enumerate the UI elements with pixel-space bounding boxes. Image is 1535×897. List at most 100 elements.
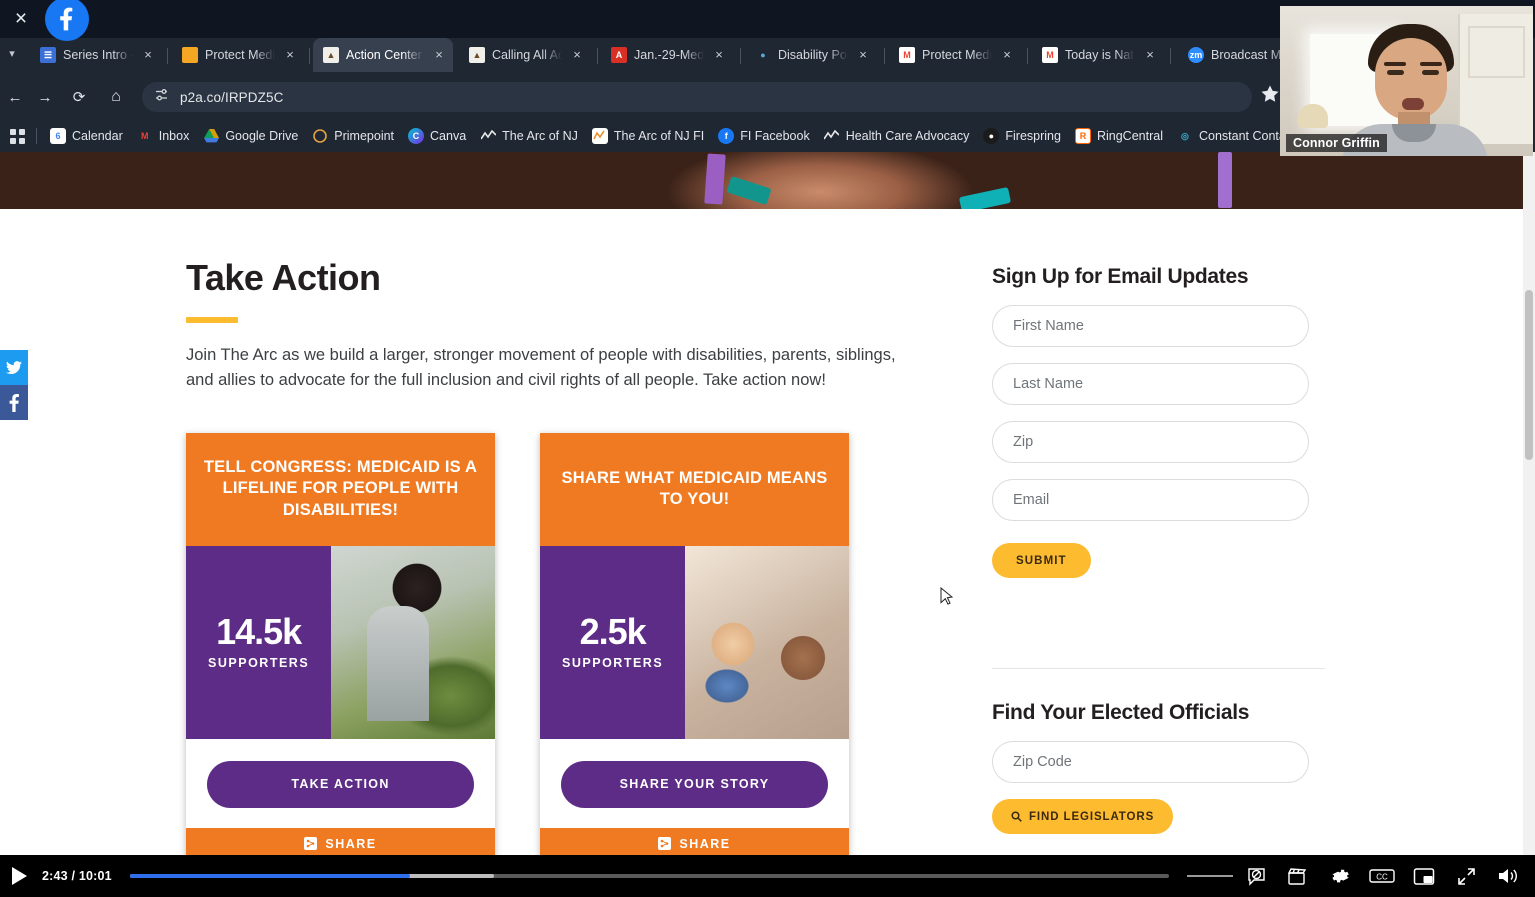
find-legislators-label: FIND LEGISLATORS [1029,810,1155,823]
facebook-share-button[interactable] [0,385,28,420]
primepoint-icon [312,128,328,144]
find-legislators-button[interactable]: FIND LEGISLATORS [992,799,1174,834]
tab-series-intro[interactable]: ☰ Series Intro - × [30,38,162,72]
divider [36,128,37,144]
tab-label: Series Intro - [63,48,133,62]
last-name-input[interactable] [992,363,1309,405]
find-officials-title: Find Your Elected Officials [992,701,1250,724]
card-share-button[interactable]: SHARE [540,827,849,855]
decoration [704,153,726,205]
close-icon[interactable]: × [431,47,447,63]
tab-calling-all-advocates[interactable]: ▲ Calling All Ad × [459,38,591,72]
bookmark-the-arc-of-nj-fi[interactable]: The Arc of NJ FI [585,125,711,147]
address-url: p2a.co/IRPDZ5C [180,89,284,105]
apps-grid-icon[interactable] [4,124,30,148]
zip-input[interactable] [992,421,1309,463]
twitter-share-button[interactable] [0,350,28,385]
main-content-column: Take Action Join The Arc as we build a l… [186,209,906,855]
bookmark-the-arc-of-nj[interactable]: The Arc of NJ [473,125,585,147]
email-input[interactable] [992,479,1309,521]
bookmark-health-care-advocacy[interactable]: Health Care Advocacy [817,125,977,147]
submit-button[interactable]: SUBMIT [992,543,1091,578]
card-photo [331,545,495,739]
drive-icon [203,128,219,144]
tab-label: Disability Poli [778,48,848,62]
calendar-icon: 6 [50,128,66,144]
close-icon[interactable]: × [855,47,871,63]
email-signup-block: Sign Up for Email Updates SUBMIT [992,265,1325,578]
tab-protect-medicaid-1[interactable]: Protect Medi × [172,38,304,72]
site-settings-icon[interactable] [154,87,170,108]
progress-bar[interactable] [129,874,1169,878]
web-page: Take Action Join The Arc as we build a l… [0,152,1523,855]
bookmark-label: Primepoint [334,129,395,143]
close-icon[interactable]: × [282,47,298,63]
bookmark-google-drive[interactable]: Google Drive [196,125,305,147]
page-scrollbar-track[interactable] [1523,152,1535,855]
card-share-button[interactable]: SHARE [186,827,495,855]
bookmark-label: Inbox [158,129,190,143]
address-bar[interactable]: p2a.co/IRPDZ5C [142,82,1252,112]
bookmark-primepoint[interactable]: Primepoint [305,125,401,147]
volume-icon[interactable] [1487,855,1529,897]
bookmark-calendar[interactable]: 6 Calendar [43,125,130,147]
bookmark-label: The Arc of NJ [502,129,578,143]
clapperboard-icon[interactable] [1277,855,1319,897]
arc-fi-icon [591,128,608,144]
fullscreen-icon[interactable] [1445,855,1487,897]
forward-icon[interactable]: → [30,82,60,112]
divider [992,668,1325,669]
close-icon[interactable]: × [8,6,34,32]
action-card[interactable]: SHARE WHAT MEDICAID MEANS TO YOU! 2.5k S… [540,432,849,855]
arc-logo-icon: ▲ [469,47,485,63]
zip-code-input[interactable] [992,741,1309,783]
bookmark-star-icon[interactable] [1260,84,1282,106]
bookmark-label: The Arc of NJ FI [613,129,705,143]
first-name-input[interactable] [992,305,1309,347]
card-media: 14.5k SUPPORTERS [186,545,495,739]
tab-protect-medicaid-gmail[interactable]: M Protect Medi × [889,38,1021,72]
annotate-icon[interactable] [1235,855,1277,897]
close-icon[interactable]: × [711,47,727,63]
tab-jan-29-medicaid-pdf[interactable]: A Jan.-29-Medi × [601,38,733,72]
reload-icon[interactable]: ⟳ [64,82,94,112]
divider [309,48,310,64]
bookmark-ringcentral[interactable]: R RingCentral [1068,125,1170,147]
play-icon[interactable] [2,855,36,897]
social-share-rail [0,350,28,420]
decoration [1422,70,1439,75]
close-icon[interactable]: × [999,47,1015,63]
settings-gear-icon[interactable] [1319,855,1361,897]
bookmark-inbox[interactable]: M Inbox [130,125,197,147]
close-icon[interactable]: × [569,47,585,63]
divider [1170,48,1171,64]
tab-label: Protect Medi [205,48,275,62]
tab-action-center[interactable]: ▲ Action Center × [313,38,453,72]
participant-video[interactable]: Connor Griffin [1280,6,1533,156]
bookmark-label: Google Drive [225,129,299,143]
bookmark-canva[interactable]: C Canva [401,125,473,147]
close-icon[interactable]: × [1142,47,1158,63]
share-icon [304,837,318,850]
facebook-icon: f [718,128,735,144]
bookmark-fi-facebook[interactable]: f FI Facebook [711,125,816,147]
tab-label: Today is Nati [1065,48,1135,62]
share-your-story-button[interactable]: SHARE YOUR STORY [561,760,828,808]
home-icon[interactable]: ⌂ [101,82,131,112]
page-intro-text: Join The Arc as we build a larger, stron… [186,346,896,389]
divider [167,48,168,64]
tab-today-is-national[interactable]: M Today is Nati × [1032,38,1164,72]
chevron-down-icon[interactable]: ▾ [4,46,20,62]
close-icon[interactable]: × [140,47,156,63]
bookmark-label: FI Facebook [740,129,810,143]
page-scrollbar-thumb[interactable] [1525,290,1533,460]
picture-in-picture-icon[interactable] [1403,855,1445,897]
back-icon[interactable]: ← [0,82,30,112]
tab-disability-policy[interactable]: ● Disability Poli × [745,38,877,72]
action-card[interactable]: TELL CONGRESS: MEDICAID IS A LIFELINE FO… [186,432,495,855]
take-action-button[interactable]: TAKE ACTION [207,760,474,808]
closed-captions-icon[interactable]: CC [1361,855,1403,897]
facebook-logo [45,0,89,41]
divider [597,48,598,64]
bookmark-firespring[interactable]: ● Firespring [976,125,1068,147]
